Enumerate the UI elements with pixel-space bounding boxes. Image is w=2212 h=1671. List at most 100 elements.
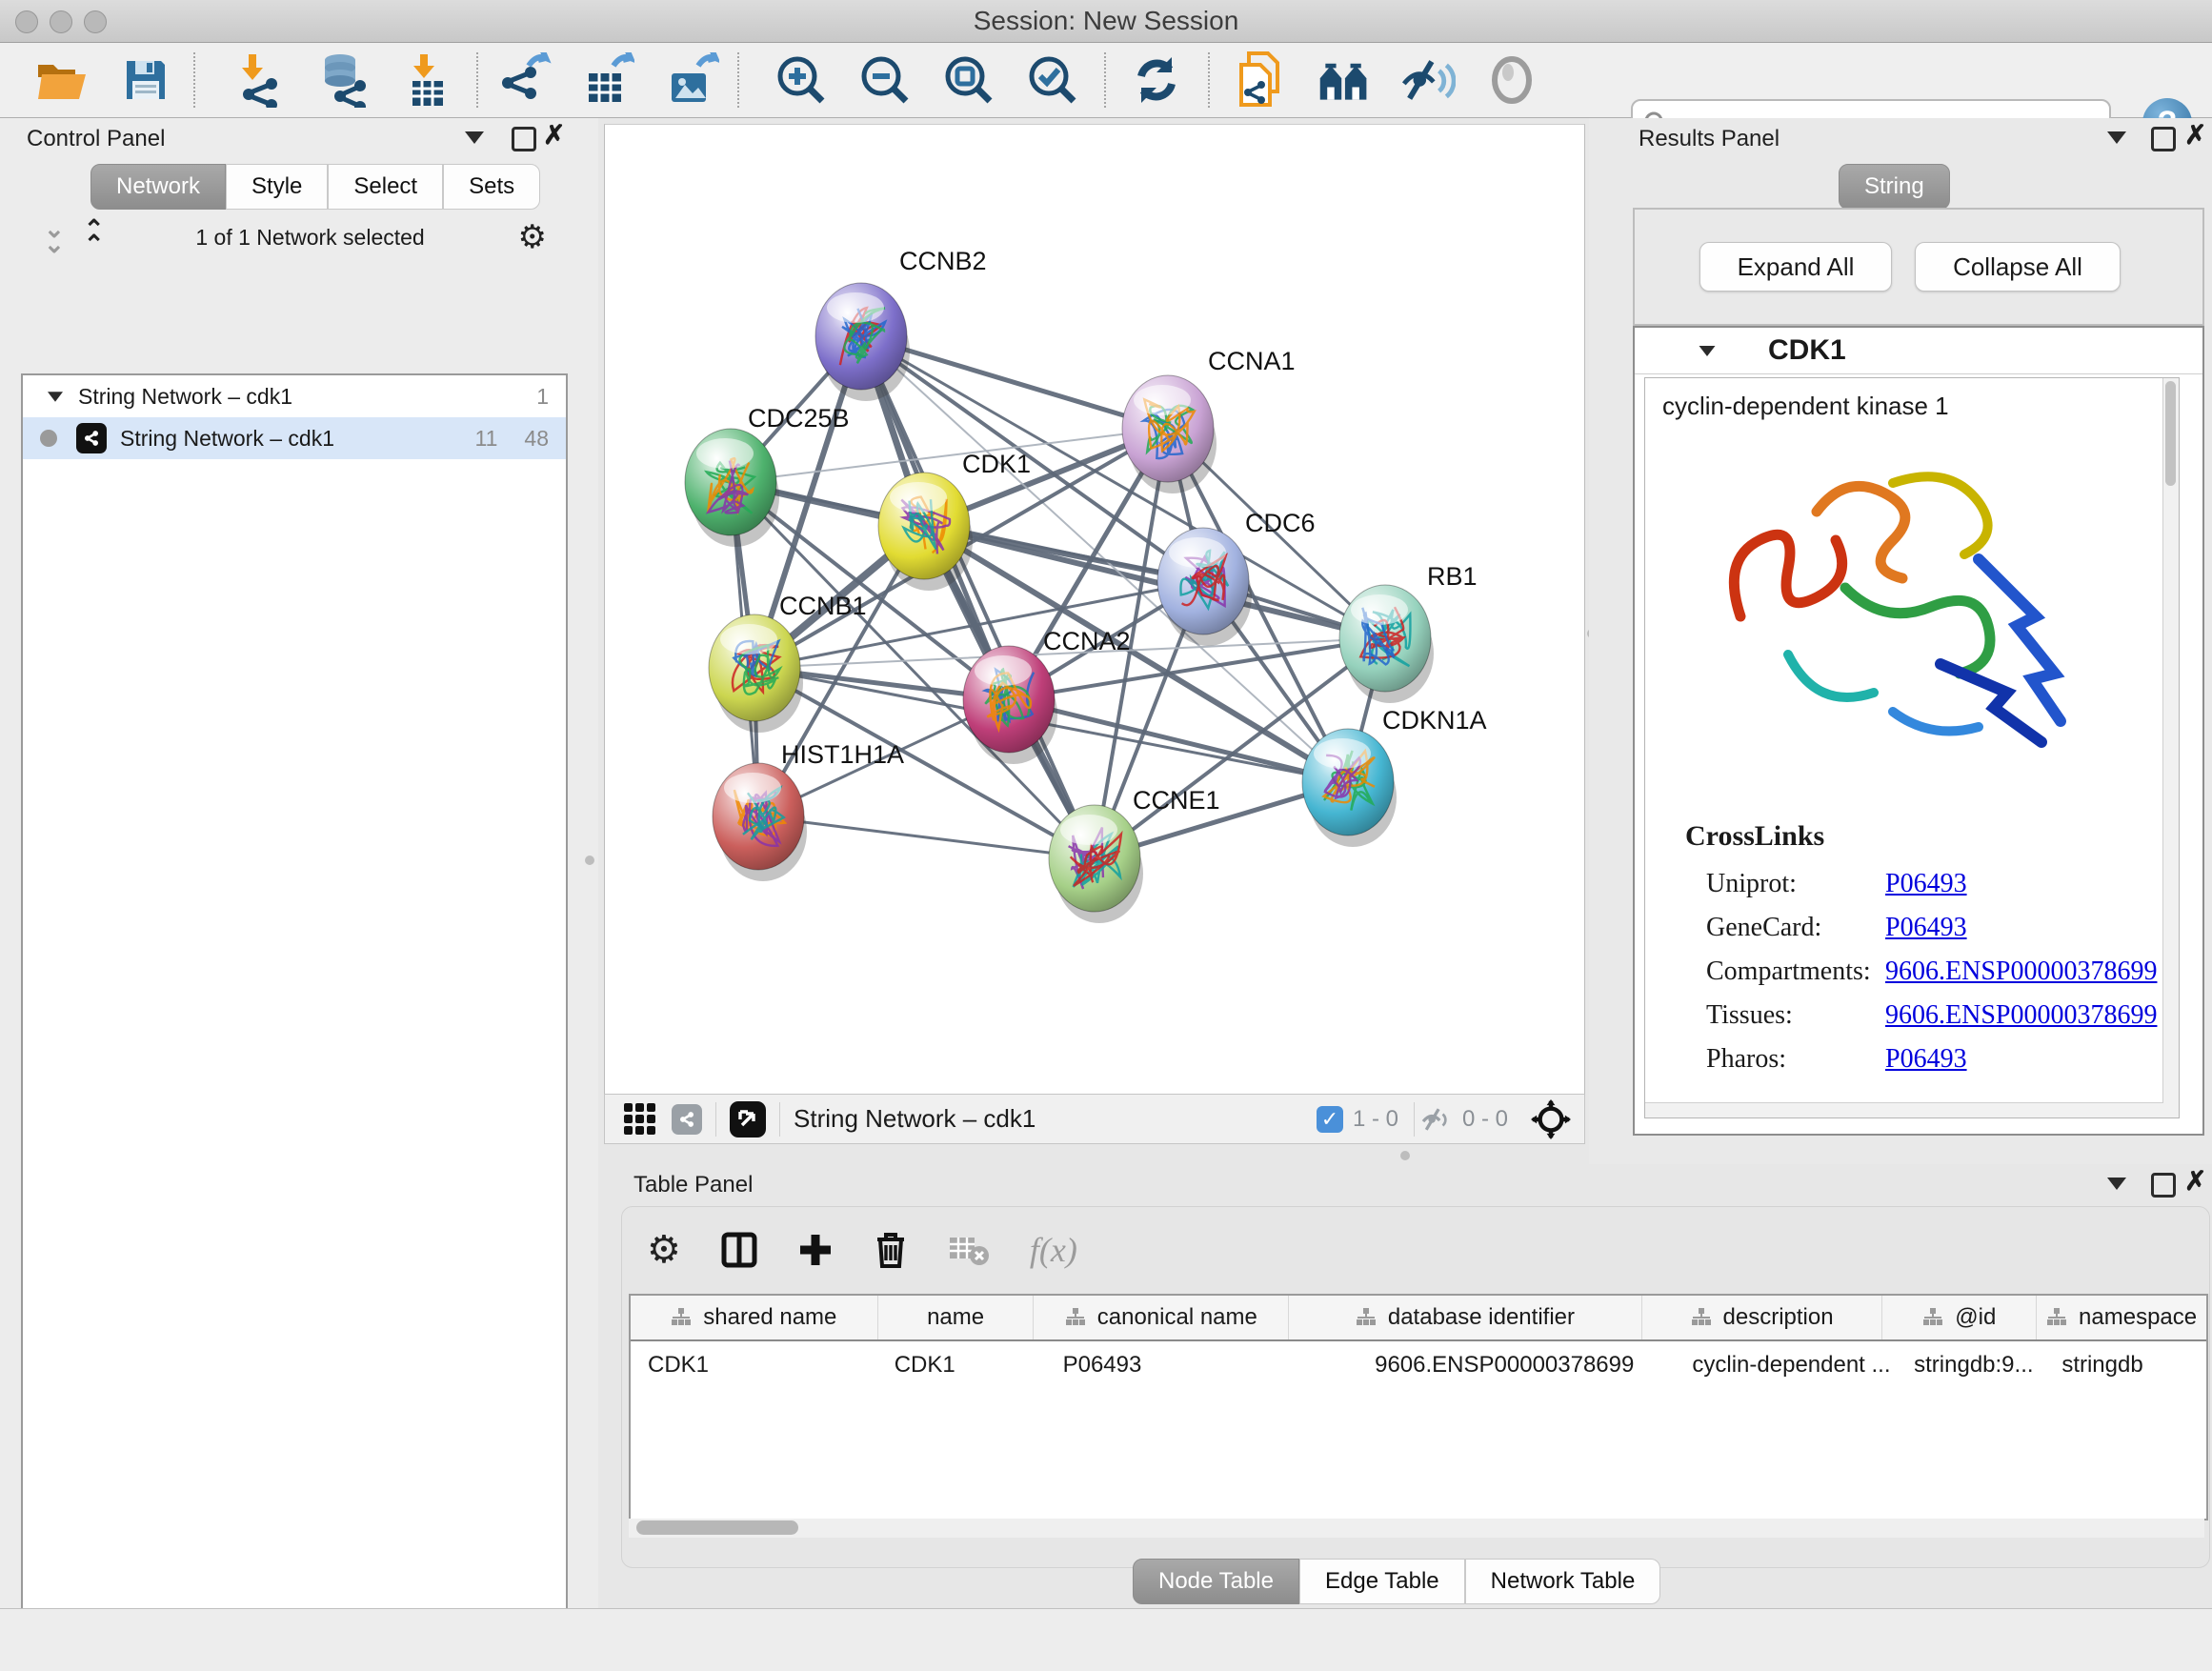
collapse-all-button[interactable]: Collapse All <box>1915 242 2121 292</box>
column-header[interactable]: namespace <box>2036 1296 2206 1339</box>
tissues-link[interactable]: 9606.ENSP00000378699 <box>1885 994 2157 1037</box>
cell-id[interactable]: stringdb:9... <box>1897 1341 2044 1389</box>
open-file-icon[interactable] <box>34 52 90 108</box>
selected-checkbox-icon[interactable]: ✓ <box>1317 1106 1343 1133</box>
network-graph[interactable]: CCNB2CCNA1CDC25BCDK1CDC6RB1CCNB1CCNA2CDK… <box>605 125 1584 1095</box>
function-builder-icon[interactable]: f(x) <box>1030 1230 1077 1270</box>
clone-network-icon[interactable] <box>1233 52 1288 108</box>
export-image-icon[interactable] <box>666 52 721 108</box>
network-node-cdc6[interactable]: CDC6 <box>1157 509 1316 646</box>
refresh-icon[interactable] <box>1129 52 1184 108</box>
close-panel-icon[interactable]: ✗ <box>543 126 565 145</box>
pharos-link[interactable]: P06493 <box>1885 1037 2157 1081</box>
column-header[interactable]: description <box>1641 1296 1882 1339</box>
tab-sets[interactable]: Sets <box>443 164 540 210</box>
import-network-file-icon[interactable] <box>231 52 287 108</box>
network-canvas[interactable]: CCNB2CCNA1CDC25BCDK1CDC6RB1CCNB1CCNA2CDK… <box>604 124 1585 1095</box>
node-label: CCNB2 <box>899 247 987 275</box>
grid-view-icon[interactable] <box>622 1101 658 1137</box>
network-edge[interactable] <box>758 816 1095 858</box>
hide-graphics-details-icon[interactable] <box>1400 52 1456 108</box>
import-network-database-icon[interactable] <box>315 52 371 108</box>
genecard-link[interactable]: P06493 <box>1885 906 2157 950</box>
results-vertical-scrollbar[interactable] <box>2162 378 2179 1117</box>
column-header[interactable]: @id <box>1881 1296 2036 1339</box>
table-options-gear-icon[interactable]: ⚙ <box>647 1231 681 1269</box>
network-selection-status: 1 of 1 Network selected <box>103 225 518 251</box>
network-node-cdc25b[interactable]: CDC25B <box>685 404 850 547</box>
tab-network[interactable]: Network <box>90 164 226 210</box>
table-horizontal-scrollbar[interactable] <box>629 1519 2204 1538</box>
collapse-results-icon[interactable] <box>2107 131 2126 144</box>
network-node-ccnb2[interactable]: CCNB2 <box>815 247 987 401</box>
tab-network-table[interactable]: Network Table <box>1465 1559 1661 1604</box>
network-collection-row[interactable]: String Network – cdk1 1 <box>23 375 566 417</box>
results-horizontal-scrollbar[interactable] <box>1645 1102 2163 1117</box>
tab-select[interactable]: Select <box>328 164 443 210</box>
bottom-splitter-handle[interactable] <box>1400 1151 1410 1160</box>
close-table-icon[interactable]: ✗ <box>2184 1172 2206 1191</box>
collapse-panel-icon[interactable] <box>465 131 484 144</box>
show-columns-icon[interactable] <box>721 1232 757 1268</box>
table-row[interactable]: CDK1 CDK1 P06493 9606.ENSP00000378699 cy… <box>631 1341 2206 1389</box>
zoom-selected-icon[interactable] <box>1025 52 1080 108</box>
first-neighbors-icon[interactable] <box>1317 52 1372 108</box>
float-panel-icon[interactable] <box>512 127 536 151</box>
expand-all-networks-icon[interactable]: ⌄⌄ <box>44 222 63 252</box>
cell-name[interactable]: CDK1 <box>858 1341 1027 1389</box>
crosslink-label: Compartments: <box>1706 950 1871 994</box>
cell-namespace[interactable]: stringdb <box>2044 1341 2206 1389</box>
left-splitter-handle[interactable] <box>585 856 594 865</box>
column-header[interactable]: name <box>877 1296 1034 1339</box>
column-header[interactable]: canonical name <box>1033 1296 1288 1339</box>
fit-selected-crosshair-icon[interactable] <box>1531 1099 1571 1139</box>
uniprot-link[interactable]: P06493 <box>1885 862 2157 906</box>
cell-description[interactable]: cyclin-dependent ... <box>1675 1341 1897 1389</box>
node-label: CDC25B <box>748 404 850 433</box>
close-results-icon[interactable]: ✗ <box>2184 126 2206 145</box>
zoom-out-icon[interactable] <box>857 52 913 108</box>
tab-node-table[interactable]: Node Table <box>1133 1559 1299 1604</box>
zoom-fit-icon[interactable] <box>941 52 996 108</box>
tab-string[interactable]: String <box>1839 164 1950 210</box>
entry-collapse-icon[interactable] <box>1699 345 1716 355</box>
network-options-gear-icon[interactable]: ⚙ <box>518 221 547 253</box>
column-header[interactable]: shared name <box>631 1296 877 1339</box>
title-bar: Session: New Session <box>0 0 2212 43</box>
float-table-icon[interactable] <box>2151 1173 2176 1198</box>
collapse-table-icon[interactable] <box>2107 1178 2126 1190</box>
export-network-icon[interactable] <box>498 52 553 108</box>
open-in-new-window-icon[interactable] <box>730 1101 766 1137</box>
save-session-icon[interactable] <box>118 52 173 108</box>
table-scrollbar-thumb[interactable] <box>636 1520 798 1535</box>
zoom-in-icon[interactable] <box>774 52 829 108</box>
network-node-ccnb1[interactable]: CCNB1 <box>709 592 867 733</box>
tab-style[interactable]: Style <box>226 164 328 210</box>
network-row[interactable]: String Network – cdk1 11 48 <box>23 417 566 459</box>
network-node-ccne1[interactable]: CCNE1 <box>1049 786 1220 923</box>
network-node-ccna1[interactable]: CCNA1 <box>1122 347 1296 493</box>
protein-entry-header[interactable]: CDK1 <box>1635 328 2202 374</box>
delete-table-icon[interactable] <box>948 1234 990 1266</box>
cell-canonical-name[interactable]: P06493 <box>1027 1341 1280 1389</box>
eye-icon[interactable] <box>1484 52 1539 108</box>
column-header[interactable]: database identifier <box>1288 1296 1641 1339</box>
cell-database-identifier[interactable]: 9606.ENSP00000378699 <box>1279 1341 1675 1389</box>
network-edge[interactable] <box>861 336 1095 858</box>
tab-edge-table[interactable]: Edge Table <box>1299 1559 1465 1604</box>
compartments-link[interactable]: 9606.ENSP00000378699 <box>1885 950 2157 994</box>
import-table-icon[interactable] <box>399 52 454 108</box>
expand-all-button[interactable]: Expand All <box>1699 242 1892 292</box>
tree-expand-icon[interactable] <box>48 392 63 401</box>
cell-shared-name[interactable]: CDK1 <box>631 1341 858 1389</box>
export-table-icon[interactable] <box>582 52 637 108</box>
delete-column-icon[interactable] <box>874 1231 908 1269</box>
add-column-icon[interactable] <box>797 1232 834 1268</box>
network-node-rb1[interactable]: RB1 <box>1339 562 1478 703</box>
network-node-cdkn1a[interactable]: CDKN1A <box>1302 706 1487 847</box>
float-results-icon[interactable] <box>2151 127 2176 151</box>
collapse-all-networks-icon[interactable]: ⌃⌃ <box>84 222 103 252</box>
network-node-hist1h1a[interactable]: HIST1H1A <box>713 740 904 881</box>
main-toolbar: ? <box>0 43 2212 118</box>
network-view-share-icon[interactable] <box>672 1104 702 1135</box>
